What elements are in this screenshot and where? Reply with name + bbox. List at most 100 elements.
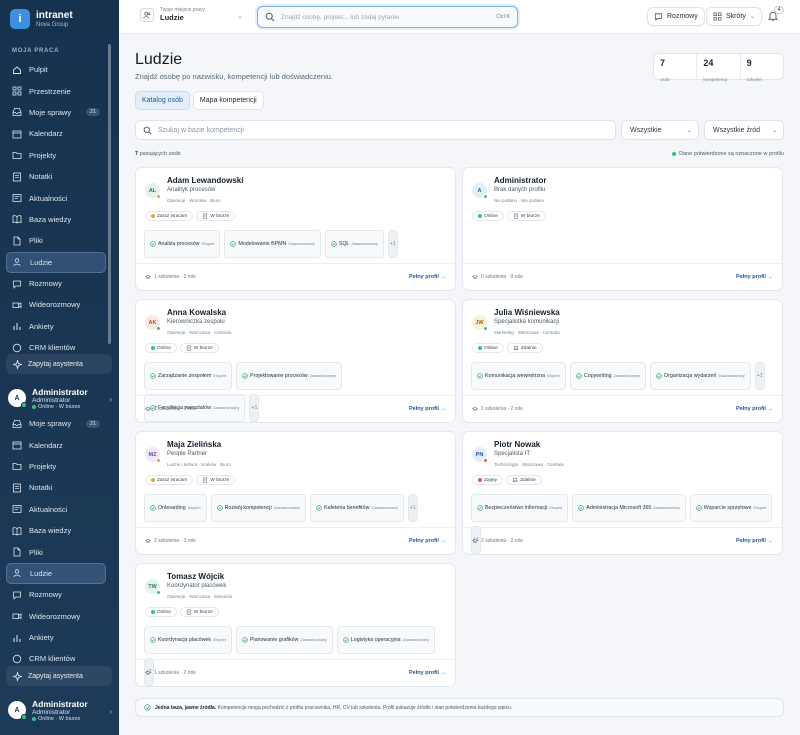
ask-assistant-button[interactable]: Zapytaj asystenta (6, 354, 112, 374)
full-profile-link[interactable]: Pełny profil → (736, 406, 773, 412)
sidebar-item-projekty[interactable]: Projekty (6, 145, 106, 166)
person-card[interactable]: MZ Maja Zielińska People Partner Ludzie i k… (135, 431, 456, 555)
sidebar-item-label: Rozmowy (29, 279, 62, 289)
person-card[interactable]: TW Tomasz Wójcik Koordynator placówek Opera… (135, 563, 456, 687)
user-role: Administrator (32, 708, 71, 716)
skill-chip[interactable]: Kafeteria benefitów Zaawansowany (310, 494, 404, 522)
sidebar-item-wideorozmowy[interactable]: Wideorozmowy (6, 294, 106, 315)
skill-chip[interactable]: Logistyka operacyjna Zaawansowany (336, 626, 436, 654)
skill-chip[interactable]: SQL Zaawansowany (324, 230, 384, 258)
sidebar-item-moje-sprawy[interactable]: Moje sprawy 21 (6, 413, 106, 434)
skill-chip[interactable]: Planowanie grafików Zaawansowany (235, 626, 333, 654)
skill-chip[interactable]: Administracja Microsoft 365 Zaawansowany (572, 494, 686, 522)
chat-icon (13, 591, 21, 600)
skill-chip[interactable]: Komunikacja wewnętrzna Ekspert (471, 362, 566, 390)
person-name[interactable]: Administrator (494, 176, 546, 185)
global-search-input[interactable]: Znajdź osobę, projekt... lub zadaj pytan… (257, 6, 518, 28)
chats-button[interactable]: Rozmowy (647, 7, 705, 26)
person-role: Specjalista IT (494, 451, 531, 457)
sidebar-item-pliki[interactable]: Pliki (6, 230, 106, 251)
brand[interactable]: i intranet Nova Group (10, 9, 73, 29)
presence-badge: Online (472, 343, 504, 353)
shortcuts-button[interactable]: Skróty ⌄ (706, 7, 762, 26)
skill-chip[interactable]: Wsparcie sprzętowe Ekspert (689, 494, 773, 522)
crm-icon (12, 343, 22, 352)
person-name[interactable]: Adam Lewandowski (167, 176, 243, 185)
workspace-switcher[interactable]: Twoje miejsce pracy Ludzie (140, 7, 205, 22)
sidebar-item-label: CRM klientów (29, 654, 76, 664)
ask-assistant-button[interactable]: Zapytaj asystenta (6, 666, 112, 686)
person-card[interactable]: JW Julia Wiśniewska Specjalistka komunikac… (462, 299, 783, 423)
person-name[interactable]: Tomasz Wójcik (167, 572, 224, 581)
sidebar-item-projekty[interactable]: Projekty (6, 456, 106, 477)
people-icon (13, 569, 21, 578)
sidebar-item-kalendarz[interactable]: Kalendarz (6, 434, 106, 455)
sidebar-item-wideorozmowy[interactable]: Wideorozmowy (6, 606, 106, 627)
person-name[interactable]: Anna Kowalska (167, 308, 226, 317)
note-icon (13, 172, 21, 182)
skill-chip[interactable]: Analiza procesów Ekspert (144, 230, 221, 258)
more-skills-button[interactable]: +1 (754, 362, 765, 390)
sidebar-item-aktualności[interactable]: Aktualności (6, 499, 106, 520)
person-card[interactable]: AK Anna Kowalska Kierowniczka zespołu Opera… (135, 299, 456, 423)
source-filter-select[interactable]: Wszystkie źród ⌄ (704, 120, 784, 140)
skill-chip[interactable]: Rozwój kompetencji Zaawansowany (210, 494, 307, 522)
sidebar-item-baza-wiedzy[interactable]: Baza wiedzy (6, 520, 106, 541)
full-profile-link[interactable]: Pełny profil → (736, 274, 773, 280)
skill-chip[interactable]: Onboarding Ekspert (144, 494, 207, 522)
tab-catalog[interactable]: Katalog osób (135, 91, 190, 110)
skill-chip[interactable]: Copywriting Zaawansowany (569, 362, 646, 390)
full-profile-link[interactable]: Pełny profil → (736, 538, 773, 544)
person-card[interactable]: AL Adam Lewandowski Analityk procesów Opera… (135, 167, 456, 291)
full-profile-link[interactable]: Pełny profil → (409, 274, 446, 280)
skill-chip[interactable]: Projektowanie procesów Zaawansowany (236, 362, 342, 390)
video-icon (12, 302, 22, 309)
person-name[interactable]: Maja Zielińska (167, 440, 221, 449)
full-profile-link[interactable]: Pełny profil → (409, 538, 446, 544)
sidebar-item-ludzie[interactable]: Ludzie (6, 251, 106, 273)
sidebar-item-ankiety[interactable]: Ankiety (6, 316, 106, 337)
sidebar-scrollbar[interactable] (108, 44, 111, 344)
sidebar-item-pulpit[interactable]: Pulpit (6, 59, 106, 80)
sidebar-item-pliki[interactable]: Pliki (6, 541, 106, 562)
skill-chip[interactable]: Modelowanie BPMN Zaawansowany (224, 230, 321, 258)
sidebar-item-rozmowy[interactable]: Rozmowy (6, 584, 106, 605)
full-profile-link[interactable]: Pełny profil → (409, 670, 446, 676)
person-location: Operacje · Warszawa · Mokotów (167, 594, 233, 599)
sidebar-item-rozmowy[interactable]: Rozmowy (6, 273, 106, 294)
sidebar-item-przestrzenie[interactable]: Przestrzenie (6, 80, 106, 101)
sidebar-item-ludzie[interactable]: Ludzie (6, 562, 106, 585)
sidebar-item-label: CRM klientów (29, 343, 76, 353)
sparkle-icon (13, 671, 22, 681)
sidebar-item-baza-wiedzy[interactable]: Baza wiedzy (6, 209, 106, 230)
status-filter-select[interactable]: Wszystkie ⌄ (621, 120, 699, 140)
competency-search-input[interactable]: Szukaj w bazie kompetencji (135, 120, 616, 140)
sidebar-item-notatki[interactable]: Notatki (6, 166, 106, 187)
chevron-down-icon[interactable]: ⌄ (237, 12, 243, 20)
tab-competency-map[interactable]: Mapa kompetencji (192, 91, 264, 110)
person-card[interactable]: PN Piotr Nowak Specjalista IT Technologia ·… (462, 431, 783, 555)
check-circle-icon (144, 704, 151, 711)
sidebar-item-aktualności[interactable]: Aktualności (6, 187, 106, 208)
sidebar-item-kalendarz[interactable]: Kalendarz (6, 123, 106, 144)
skill-chip[interactable]: Koordynacja placówek Ekspert (144, 626, 232, 654)
skill-chip[interactable]: Zarządzanie zespołem Ekspert (144, 362, 233, 390)
person-card[interactable]: A Administrator Brak danych profilu Nie pod… (462, 167, 783, 291)
person-name[interactable]: Piotr Nowak (494, 440, 540, 449)
sidebar-item-moje-sprawy[interactable]: Moje sprawy 21 (6, 102, 106, 123)
person-name[interactable]: Julia Wiśniewska (494, 308, 560, 317)
user-menu[interactable]: A Administrator Administrator Online · W… (8, 383, 112, 413)
presence-badge: Online (145, 607, 177, 617)
more-skills-button[interactable]: +1 (407, 494, 418, 522)
building-icon (186, 345, 191, 351)
sidebar-item-notatki[interactable]: Notatki (6, 477, 106, 498)
sidebar-item-ankiety[interactable]: Ankiety (6, 627, 106, 648)
more-skills-button[interactable]: +1 (387, 230, 398, 258)
crm-icon (12, 654, 22, 664)
full-profile-link[interactable]: Pełny profil → (409, 406, 446, 412)
user-menu[interactable]: A Administrator Administrator Online · W… (8, 695, 112, 725)
skill-chip[interactable]: Bezpieczeństwo informacji Ekspert (471, 494, 569, 522)
sidebar: i intranet Nova Group MOJA PRACA Pulpit P… (0, 0, 119, 735)
check-circle-icon (343, 637, 349, 643)
skill-chip[interactable]: Organizacja wydarzeń Zaawansowany (650, 362, 751, 390)
